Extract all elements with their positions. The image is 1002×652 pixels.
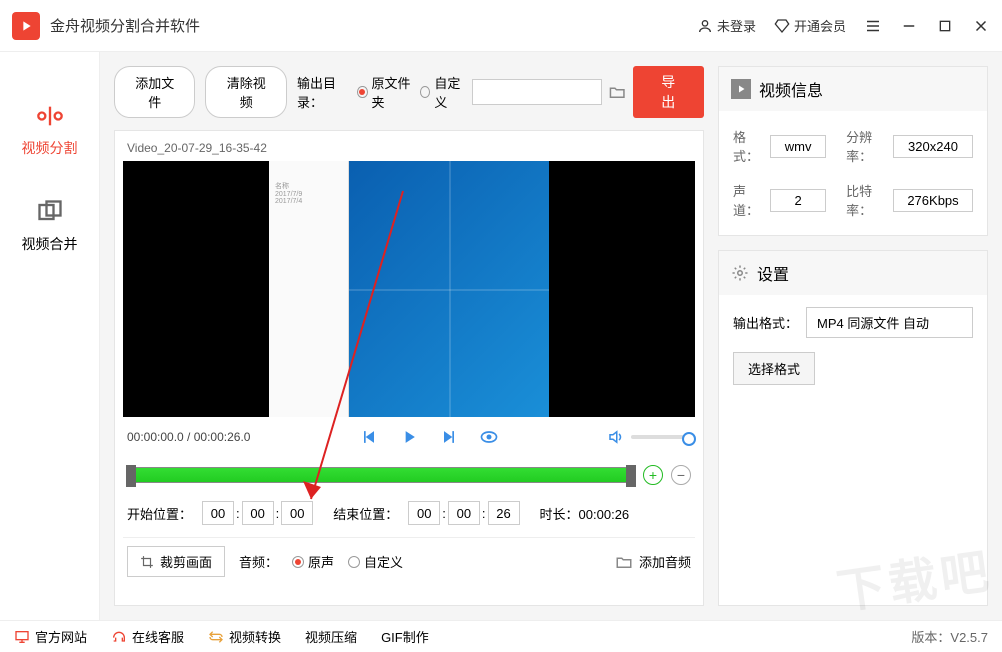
user-icon (697, 18, 713, 34)
video-convert-link[interactable]: 视频转换 (208, 627, 281, 646)
headset-icon (111, 629, 127, 645)
monitor-icon (14, 629, 30, 645)
export-button[interactable]: 导出 (633, 66, 704, 118)
add-file-button[interactable]: 添加文件 (114, 66, 195, 118)
folder-icon (615, 553, 633, 571)
prev-frame-button[interactable] (359, 427, 379, 447)
next-frame-button[interactable] (439, 427, 459, 447)
video-info-title: 视频信息 (759, 77, 823, 101)
format-value: wmv (770, 135, 826, 158)
volume-control[interactable] (607, 428, 691, 446)
split-icon (36, 102, 64, 130)
add-audio-button[interactable]: 添加音频 (615, 552, 691, 571)
bitrate-value: 276Kbps (893, 189, 973, 212)
start-hour-input[interactable] (202, 501, 234, 525)
preview-button[interactable] (479, 427, 499, 447)
titlebar: 金舟视频分割合并软件 未登录 开通会员 (0, 0, 1002, 52)
timeline-slider[interactable] (127, 467, 635, 483)
footer: 官方网站 在线客服 视频转换 视频压缩 GIF制作 版本：V2.5.7 (0, 620, 1002, 652)
diamond-icon (774, 18, 790, 34)
video-info-panel: 视频信息 格式： wmv 分辨率： 320x240 声道： 2 比特率： 276… (718, 66, 988, 236)
add-segment-button[interactable]: + (643, 465, 663, 485)
sidebar: 视频分割 视频合并 (0, 52, 100, 620)
volume-slider[interactable] (631, 435, 691, 439)
end-sec-input[interactable] (488, 501, 520, 525)
audio-custom-radio[interactable]: 自定义 (348, 552, 403, 571)
close-button[interactable] (972, 17, 990, 35)
output-original-radio[interactable]: 原文件夹 (357, 73, 414, 111)
merge-icon (36, 198, 64, 226)
folder-icon[interactable] (608, 83, 626, 101)
settings-panel: 设置 输出格式： MP4 同源文件 自动 选择格式 (718, 250, 988, 606)
remove-segment-button[interactable]: − (671, 465, 691, 485)
crop-button[interactable]: 裁剪画面 (127, 546, 225, 577)
convert-icon (208, 629, 224, 645)
version-label: 版本：V2.5.7 (911, 627, 988, 646)
timeline-end-handle[interactable] (626, 465, 636, 487)
start-pos-label: 开始位置： (127, 504, 192, 523)
output-path-input[interactable] (472, 79, 602, 105)
video-card: Video_20-07-29_16-35-42 名称2017/7/92017/7… (114, 130, 704, 606)
output-dir-label: 输出目录： (297, 73, 351, 111)
toolbar: 添加文件 清除视频 输出目录： 原文件夹 自定义 导出 (114, 66, 704, 118)
output-format-value: MP4 同源文件 自动 (806, 307, 973, 338)
end-hour-input[interactable] (408, 501, 440, 525)
end-pos-label: 结束位置： (333, 504, 398, 523)
menu-button[interactable] (864, 17, 882, 35)
minimize-button[interactable] (900, 17, 918, 35)
player-controls: 00:00:00.0 / 00:00:26.0 (123, 417, 695, 457)
duration-value: 00:00:26 (579, 507, 630, 522)
resolution-value: 320x240 (893, 135, 973, 158)
output-format-label: 输出格式： (733, 313, 798, 332)
vip-button[interactable]: 开通会员 (774, 16, 846, 35)
video-filename: Video_20-07-29_16-35-42 (123, 139, 695, 161)
video-compress-link[interactable]: 视频压缩 (305, 627, 357, 646)
timeline-start-handle[interactable] (126, 465, 136, 487)
output-custom-radio[interactable]: 自定义 (420, 73, 466, 111)
start-sec-input[interactable] (281, 501, 313, 525)
play-icon (731, 79, 751, 99)
select-format-button[interactable]: 选择格式 (733, 352, 815, 385)
volume-icon (607, 428, 625, 446)
app-title: 金舟视频分割合并软件 (50, 15, 679, 36)
settings-title: 设置 (757, 261, 789, 285)
customer-service-link[interactable]: 在线客服 (111, 627, 184, 646)
app-logo (12, 12, 40, 40)
play-button[interactable] (399, 427, 419, 447)
crop-icon (140, 555, 154, 569)
gif-maker-link[interactable]: GIF制作 (381, 627, 429, 646)
website-link[interactable]: 官方网站 (14, 627, 87, 646)
sidebar-item-merge[interactable]: 视频合并 (0, 178, 99, 274)
maximize-button[interactable] (936, 17, 954, 35)
channel-value: 2 (770, 189, 826, 212)
time-display: 00:00:00.0 / 00:00:26.0 (127, 430, 250, 444)
audio-original-radio[interactable]: 原声 (292, 552, 334, 571)
gear-icon (731, 264, 749, 282)
sidebar-item-split[interactable]: 视频分割 (0, 82, 99, 178)
end-min-input[interactable] (448, 501, 480, 525)
duration-label: 时长： (540, 507, 579, 522)
login-button[interactable]: 未登录 (697, 16, 756, 35)
clear-video-button[interactable]: 清除视频 (205, 66, 286, 118)
video-player[interactable]: 名称2017/7/92017/7/4 (123, 161, 695, 417)
audio-label: 音频： (239, 552, 278, 571)
start-min-input[interactable] (242, 501, 274, 525)
